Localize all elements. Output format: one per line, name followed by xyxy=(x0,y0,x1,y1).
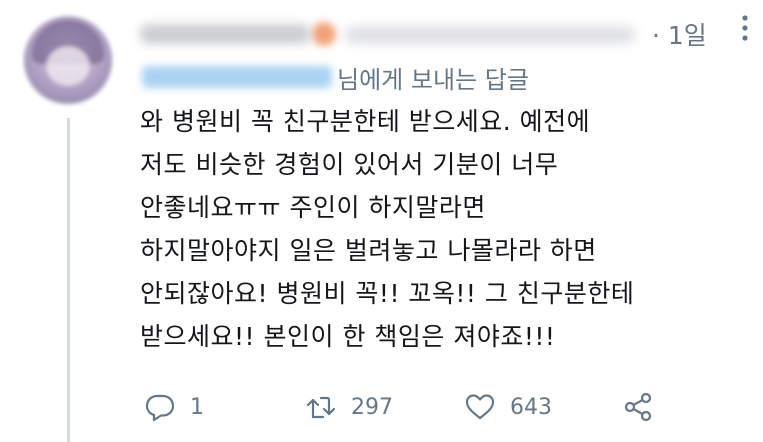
heart-icon xyxy=(465,394,495,420)
tweet-text-line: 안좋네요ㅠㅠ 주인이 하지말라면 xyxy=(140,193,486,222)
reply-button[interactable]: 1 xyxy=(144,385,204,429)
tweet-timestamp[interactable]: · 1일 xyxy=(652,16,707,52)
username-handle-redacted[interactable] xyxy=(345,26,635,44)
display-name-redacted[interactable] xyxy=(140,24,310,44)
tweet-text-line: 받으세요!! 본인이 한 책임은 져야죠!!! xyxy=(140,322,556,351)
tweet-text-line: 저도 비슷한 경험이 있어서 기분이 너무 xyxy=(140,150,559,179)
like-button[interactable]: 643 xyxy=(464,385,552,429)
replying-to-label: 님에게 보내는 답글 xyxy=(337,66,529,94)
avatar-face xyxy=(46,46,90,86)
reply-bubble-icon xyxy=(145,394,175,422)
tweet-text-line: 와 병원비 꼭 친구분한테 받으세요. 예전에 xyxy=(140,107,591,136)
tweet-text-line: 하지말아야지 일은 벌려놓고 나몰라라 하면 xyxy=(140,236,597,265)
like-count: 643 xyxy=(510,394,552,420)
tweet-header xyxy=(140,14,640,54)
retweet-count: 297 xyxy=(351,394,393,420)
share-icon xyxy=(624,392,652,422)
name-emoji-redacted xyxy=(312,22,336,46)
replying-to-line: 님에게 보내는 답글 xyxy=(140,60,620,94)
more-vertical-icon[interactable] xyxy=(738,14,752,42)
retweet-icon xyxy=(306,396,336,419)
reply-count: 1 xyxy=(190,394,204,420)
thread-line xyxy=(67,118,70,442)
tweet-text: 와 병원비 꼭 친구분한테 받으세요. 예전에 저도 비슷한 경험이 있어서 기… xyxy=(140,100,740,358)
mention-handle-redacted[interactable] xyxy=(142,66,332,88)
tweet-actions: 1 297 643 xyxy=(140,385,700,429)
avatar[interactable] xyxy=(24,16,112,104)
tweet-text-line: 안되잖아요! 병원비 꼭!! 꼬옥!! 그 친구분한테 xyxy=(140,279,635,308)
retweet-button[interactable]: 297 xyxy=(305,385,393,429)
tweet-card[interactable]: · 1일 님에게 보내는 답글 와 병원비 꼭 친구분한테 받으세요. 예전에 … xyxy=(0,0,763,442)
share-button[interactable] xyxy=(622,385,654,429)
